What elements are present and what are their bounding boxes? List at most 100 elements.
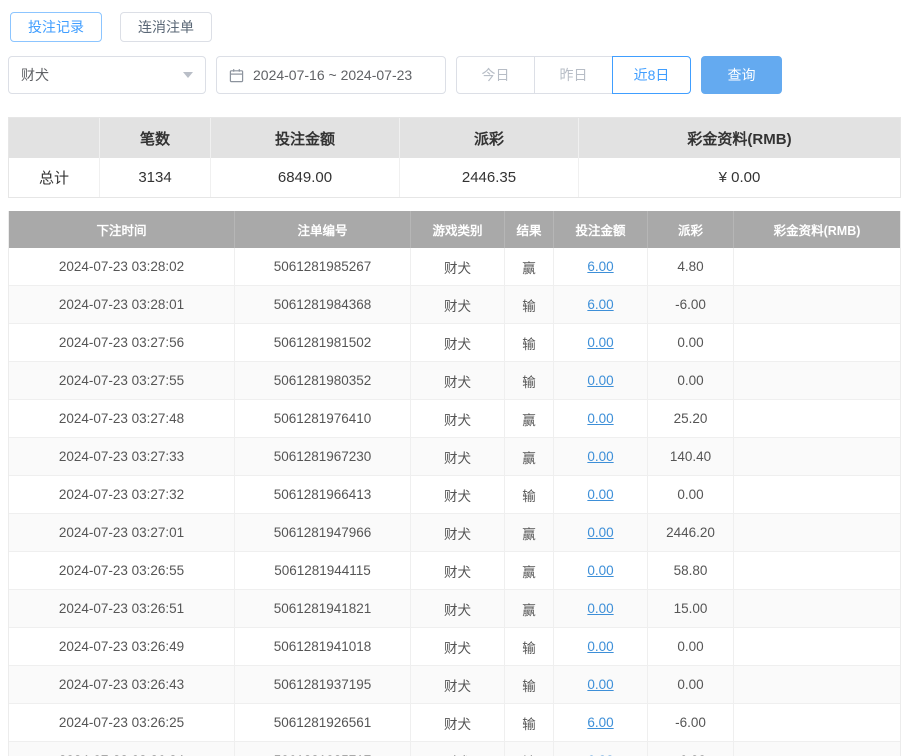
cell-game-type: 财犬 [411, 514, 505, 551]
table-row: 2024-07-23 03:27:55 5061281980352 财犬 输 0… [9, 362, 900, 400]
cell-bet-time: 2024-07-23 03:26:25 [9, 704, 235, 741]
cell-bet-id: 5061281944115 [235, 552, 411, 589]
cell-result: 输 [505, 286, 554, 323]
quick-date-buttons: 今日 昨日 近8日 [456, 56, 691, 94]
cell-result: 输 [505, 362, 554, 399]
game-select[interactable]: 财犬 [8, 56, 206, 94]
date-range-value: 2024-07-16 ~ 2024-07-23 [253, 67, 412, 83]
cell-bonus [734, 666, 900, 703]
cell-bet-time: 2024-07-23 03:27:48 [9, 400, 235, 437]
cell-bet-id: 5061281981502 [235, 324, 411, 361]
calendar-icon [229, 68, 244, 83]
bet-table: 下注时间 注单编号 游戏类别 结果 投注金额 派彩 彩金资料(RMB) 2024… [8, 211, 901, 756]
cell-bet-time: 2024-07-23 03:28:01 [9, 286, 235, 323]
bet-amount-link[interactable]: 6.00 [587, 715, 613, 730]
bet-amount-link[interactable]: 0.00 [587, 373, 613, 388]
summary-header-empty [9, 118, 100, 158]
cell-game-type: 财犬 [411, 704, 505, 741]
summary-table: 笔数 投注金额 派彩 彩金资料(RMB) 总计 3134 6849.00 244… [8, 117, 901, 198]
top-tabs: 投注记录 连消注单 [0, 0, 909, 42]
tab-bet-records[interactable]: 投注记录 [10, 12, 102, 42]
cell-bonus [734, 552, 900, 589]
summary-header-bonus: 彩金资料(RMB) [579, 118, 900, 158]
cell-bonus [734, 476, 900, 513]
table-row: 2024-07-23 03:27:32 5061281966413 财犬 输 0… [9, 476, 900, 514]
bet-amount-link[interactable]: 0.00 [587, 677, 613, 692]
cell-payout: -6.00 [648, 704, 734, 741]
quick-today-button[interactable]: 今日 [456, 56, 535, 94]
cell-payout: 0.00 [648, 324, 734, 361]
cell-game-type: 财犬 [411, 248, 505, 285]
cell-game-type: 财犬 [411, 400, 505, 437]
bet-amount-link[interactable]: 0.00 [587, 639, 613, 654]
quick-yesterday-button[interactable]: 昨日 [534, 56, 613, 94]
summary-header-payout: 派彩 [400, 118, 579, 158]
cell-bonus [734, 628, 900, 665]
bet-amount-link[interactable]: 0.00 [587, 335, 613, 350]
cell-payout: 0.00 [648, 362, 734, 399]
table-row: 2024-07-23 03:26:43 5061281937195 财犬 输 0… [9, 666, 900, 704]
cell-game-type: 财犬 [411, 362, 505, 399]
bet-table-header: 下注时间 注单编号 游戏类别 结果 投注金额 派彩 彩金资料(RMB) [9, 211, 900, 248]
cell-bet-id: 5061281976410 [235, 400, 411, 437]
cell-payout: 2446.20 [648, 514, 734, 551]
cell-payout: -6.00 [648, 286, 734, 323]
cell-bonus [734, 286, 900, 323]
cell-bonus [734, 590, 900, 627]
cell-bet-time: 2024-07-23 03:27:33 [9, 438, 235, 475]
quick-last8days-button[interactable]: 近8日 [612, 56, 691, 94]
summary-total-amount: 6849.00 [211, 158, 400, 197]
cell-bet-time: 2024-07-23 03:28:02 [9, 248, 235, 285]
summary-header-amount: 投注金额 [211, 118, 400, 158]
table-row: 2024-07-23 03:27:48 5061281976410 财犬 赢 0… [9, 400, 900, 438]
cell-result: 赢 [505, 400, 554, 437]
bet-amount-link[interactable]: 0.00 [587, 487, 613, 502]
col-header-result: 结果 [505, 211, 554, 248]
summary-total-label: 总计 [9, 158, 100, 197]
summary-total-row: 总计 3134 6849.00 2446.35 ¥ 0.00 [9, 158, 900, 197]
bet-amount-link[interactable]: 6.00 [587, 297, 613, 312]
cell-bet-time: 2024-07-23 03:27:55 [9, 362, 235, 399]
search-button[interactable]: 查询 [701, 56, 782, 94]
cell-bonus [734, 742, 900, 756]
bet-amount-link[interactable]: 0.00 [587, 563, 613, 578]
cell-bet-id: 5061281947966 [235, 514, 411, 551]
cell-bonus [734, 248, 900, 285]
cell-bet-id: 5061281984368 [235, 286, 411, 323]
bet-amount-link[interactable]: 0.00 [587, 525, 613, 540]
cell-bet-id: 5061281985267 [235, 248, 411, 285]
bet-amount-link[interactable]: 0.00 [587, 449, 613, 464]
cell-bet-id: 5061281967230 [235, 438, 411, 475]
cell-bet-time: 2024-07-23 03:26:24 [9, 742, 235, 756]
summary-header-row: 笔数 投注金额 派彩 彩金资料(RMB) [9, 118, 900, 158]
cell-payout: -6.00 [648, 742, 734, 756]
cell-payout: 0.00 [648, 476, 734, 513]
cell-game-type: 财犬 [411, 628, 505, 665]
cell-bet-id: 5061281926561 [235, 704, 411, 741]
cell-result: 赢 [505, 552, 554, 589]
summary-header-count: 笔数 [100, 118, 211, 158]
table-row: 2024-07-23 03:26:55 5061281944115 财犬 赢 0… [9, 552, 900, 590]
bet-amount-link[interactable]: 6.00 [587, 259, 613, 274]
cell-game-type: 财犬 [411, 476, 505, 513]
col-header-payout: 派彩 [648, 211, 734, 248]
cell-result: 输 [505, 324, 554, 361]
cell-result: 赢 [505, 248, 554, 285]
cell-bet-id: 5061281980352 [235, 362, 411, 399]
cell-result: 输 [505, 666, 554, 703]
col-header-amount: 投注金额 [554, 211, 648, 248]
bet-amount-link[interactable]: 0.00 [587, 601, 613, 616]
cell-result: 输 [505, 704, 554, 741]
cell-bonus [734, 514, 900, 551]
cell-game-type: 财犬 [411, 438, 505, 475]
cell-bonus [734, 438, 900, 475]
table-row: 2024-07-23 03:27:33 5061281967230 财犬 赢 0… [9, 438, 900, 476]
date-range-picker[interactable]: 2024-07-16 ~ 2024-07-23 [216, 56, 446, 94]
tab-cancelled-bets[interactable]: 连消注单 [120, 12, 212, 42]
bet-amount-link[interactable]: 0.00 [587, 411, 613, 426]
game-select-value: 财犬 [21, 65, 49, 85]
cell-bet-time: 2024-07-23 03:26:43 [9, 666, 235, 703]
cell-payout: 0.00 [648, 628, 734, 665]
cell-result: 赢 [505, 438, 554, 475]
cell-bet-time: 2024-07-23 03:27:32 [9, 476, 235, 513]
